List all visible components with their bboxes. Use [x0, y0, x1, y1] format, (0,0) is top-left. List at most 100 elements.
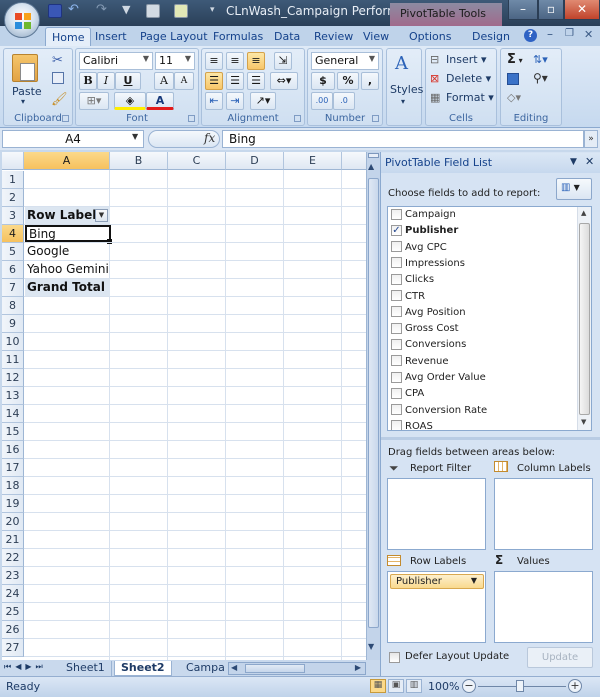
field-item-impressions[interactable]: Impressions — [391, 257, 465, 273]
ribbon-close-icon[interactable]: ✕ — [584, 28, 593, 41]
merge-center-button[interactable]: ⇔▾ — [270, 72, 298, 90]
comma-button[interactable]: , — [361, 72, 379, 90]
scroll-left-icon[interactable]: ◀ — [231, 663, 237, 672]
expand-formula-bar-icon[interactable]: » — [584, 130, 598, 148]
office-button[interactable] — [4, 2, 40, 38]
tab-review[interactable]: Review — [308, 27, 359, 46]
row-header-16[interactable]: 16 — [2, 441, 24, 459]
autosum-button[interactable]: Σ ▾ — [507, 52, 523, 67]
undo-icon[interactable]: ↶ — [68, 3, 82, 18]
row-header-9[interactable]: 9 — [2, 315, 24, 333]
format-painter-icon[interactable]: 🖌 — [51, 92, 68, 107]
field-checkbox[interactable] — [391, 371, 402, 383]
field-item-publisher[interactable]: ✓ Publisher — [391, 224, 458, 240]
horizontal-scrollbar[interactable]: ◀ ▶ — [228, 662, 366, 675]
number-launcher-icon[interactable] — [372, 115, 379, 122]
sheet-tab-sheet1[interactable]: Sheet1 — [60, 661, 112, 676]
zoom-out-button[interactable]: − — [462, 679, 476, 693]
field-item-gross-cost[interactable]: Gross Cost — [391, 322, 459, 338]
number-format-select[interactable]: General ▼ — [311, 52, 379, 70]
tab-home[interactable]: Home — [45, 27, 92, 46]
scroll-down-icon[interactable]: ▼ — [581, 418, 586, 426]
field-item-conversion-rate[interactable]: Conversion Rate — [391, 404, 487, 420]
font-launcher-icon[interactable] — [188, 115, 195, 122]
report-filter-area[interactable] — [387, 478, 486, 550]
find-select-button[interactable]: ⚲▾ — [533, 71, 548, 85]
field-checkbox[interactable] — [391, 404, 402, 416]
ribbon-minimize-icon[interactable]: – — [547, 27, 553, 41]
styles-button[interactable]: Styles — [390, 83, 423, 96]
row-header-18[interactable]: 18 — [2, 477, 24, 495]
field-checkbox[interactable] — [391, 241, 402, 253]
column-header-d[interactable]: D — [226, 152, 284, 170]
field-item-revenue[interactable]: Revenue — [391, 355, 449, 371]
row-header-13[interactable]: 13 — [2, 387, 24, 405]
cell-a3[interactable]: Row Labels ▼ — [25, 207, 110, 224]
insert-function-button[interactable]: fx — [204, 131, 215, 145]
underline-button[interactable]: U — [115, 72, 141, 90]
align-right-button[interactable]: ☰ — [247, 72, 265, 90]
align-top-button[interactable]: ≡ — [205, 52, 223, 70]
values-area[interactable] — [494, 571, 593, 643]
scroll-thumb[interactable] — [368, 178, 379, 628]
row-header-1[interactable]: 1 — [2, 171, 24, 189]
styles-group[interactable]: A Styles ▾ — [386, 48, 423, 126]
pane-close-icon[interactable]: ✕ — [585, 155, 594, 168]
paste-button[interactable]: Paste — [12, 85, 42, 98]
h-scroll-thumb[interactable] — [245, 664, 305, 673]
row-header-15[interactable]: 15 — [2, 423, 24, 441]
field-item-campaign[interactable]: Campaign — [391, 208, 456, 224]
cell-a7[interactable]: Grand Total — [25, 279, 110, 296]
field-checkbox[interactable] — [391, 257, 402, 269]
borders-button[interactable]: ⊞▾ — [79, 92, 109, 110]
select-all-corner[interactable] — [2, 152, 24, 170]
field-checkbox[interactable] — [391, 273, 402, 285]
field-item-avg-order-value[interactable]: Avg Order Value — [391, 371, 486, 387]
increase-indent-button[interactable]: ⇥ — [226, 92, 244, 110]
refresh-icon[interactable] — [174, 4, 188, 18]
wrap-text-button[interactable]: ⇲ — [274, 52, 292, 70]
percent-button[interactable]: % — [337, 72, 359, 90]
row-header-5[interactable]: 5 — [2, 243, 24, 261]
column-header-b[interactable]: B — [110, 152, 168, 170]
decrease-indent-button[interactable]: ⇤ — [205, 92, 223, 110]
row-header-4[interactable]: 4 — [2, 225, 24, 243]
field-checkbox[interactable] — [391, 387, 402, 399]
field-list-layout-button[interactable]: ▥ ▼ — [556, 178, 592, 200]
field-checkbox[interactable]: ✓ — [391, 224, 402, 236]
zoom-slider-thumb[interactable] — [516, 680, 524, 692]
publisher-row-field[interactable]: Publisher ▼ — [390, 574, 484, 589]
tab-options[interactable]: Options — [403, 27, 457, 46]
defer-layout-checkbox[interactable] — [389, 652, 400, 663]
row-header-10[interactable]: 10 — [2, 333, 24, 351]
row-header-6[interactable]: 6 — [2, 261, 24, 279]
font-size-select[interactable]: 11 ▼ — [155, 52, 195, 70]
page-layout-view-button[interactable]: ▣ — [388, 679, 404, 693]
tab-view[interactable]: View — [357, 27, 395, 46]
tab-page-layout[interactable]: Page Layout — [134, 27, 214, 46]
page-break-view-button[interactable]: ▥ — [406, 679, 422, 693]
tab-formulas[interactable]: Formulas — [207, 27, 269, 46]
cell-a5[interactable]: Google — [25, 243, 110, 260]
field-item-avg-cpc[interactable]: Avg CPC — [391, 241, 447, 257]
fill-button[interactable] — [507, 73, 519, 85]
row-labels-area[interactable]: Publisher ▼ — [387, 571, 486, 643]
minimize-icon[interactable]: – — [508, 0, 538, 20]
worksheet-grid[interactable]: A B C D E Row Labels ▼ Bing Google Yahoo… — [2, 152, 366, 660]
name-box[interactable]: A4 — [2, 130, 144, 148]
font-name-select[interactable]: Calibri ▼ — [79, 52, 153, 70]
column-labels-area[interactable] — [494, 478, 593, 550]
field-item-cpa[interactable]: CPA — [391, 387, 424, 403]
bold-button[interactable]: B — [79, 72, 97, 90]
row-header-14[interactable]: 14 — [2, 405, 24, 423]
align-bottom-button[interactable]: ≡ — [247, 52, 265, 70]
cell-a6[interactable]: Yahoo Gemini — [25, 261, 110, 278]
sheet-tab-campaign[interactable]: Campa — [180, 661, 231, 676]
field-checkbox[interactable] — [391, 338, 402, 350]
chevron-down-icon[interactable]: ▼ — [471, 576, 477, 585]
delete-cells-button[interactable]: Delete ▾ — [446, 72, 491, 85]
field-item-avg-position[interactable]: Avg Position — [391, 306, 466, 322]
row-header-22[interactable]: 22 — [2, 549, 24, 567]
row-header-7[interactable]: 7 — [2, 279, 24, 297]
save-icon[interactable] — [48, 4, 62, 18]
